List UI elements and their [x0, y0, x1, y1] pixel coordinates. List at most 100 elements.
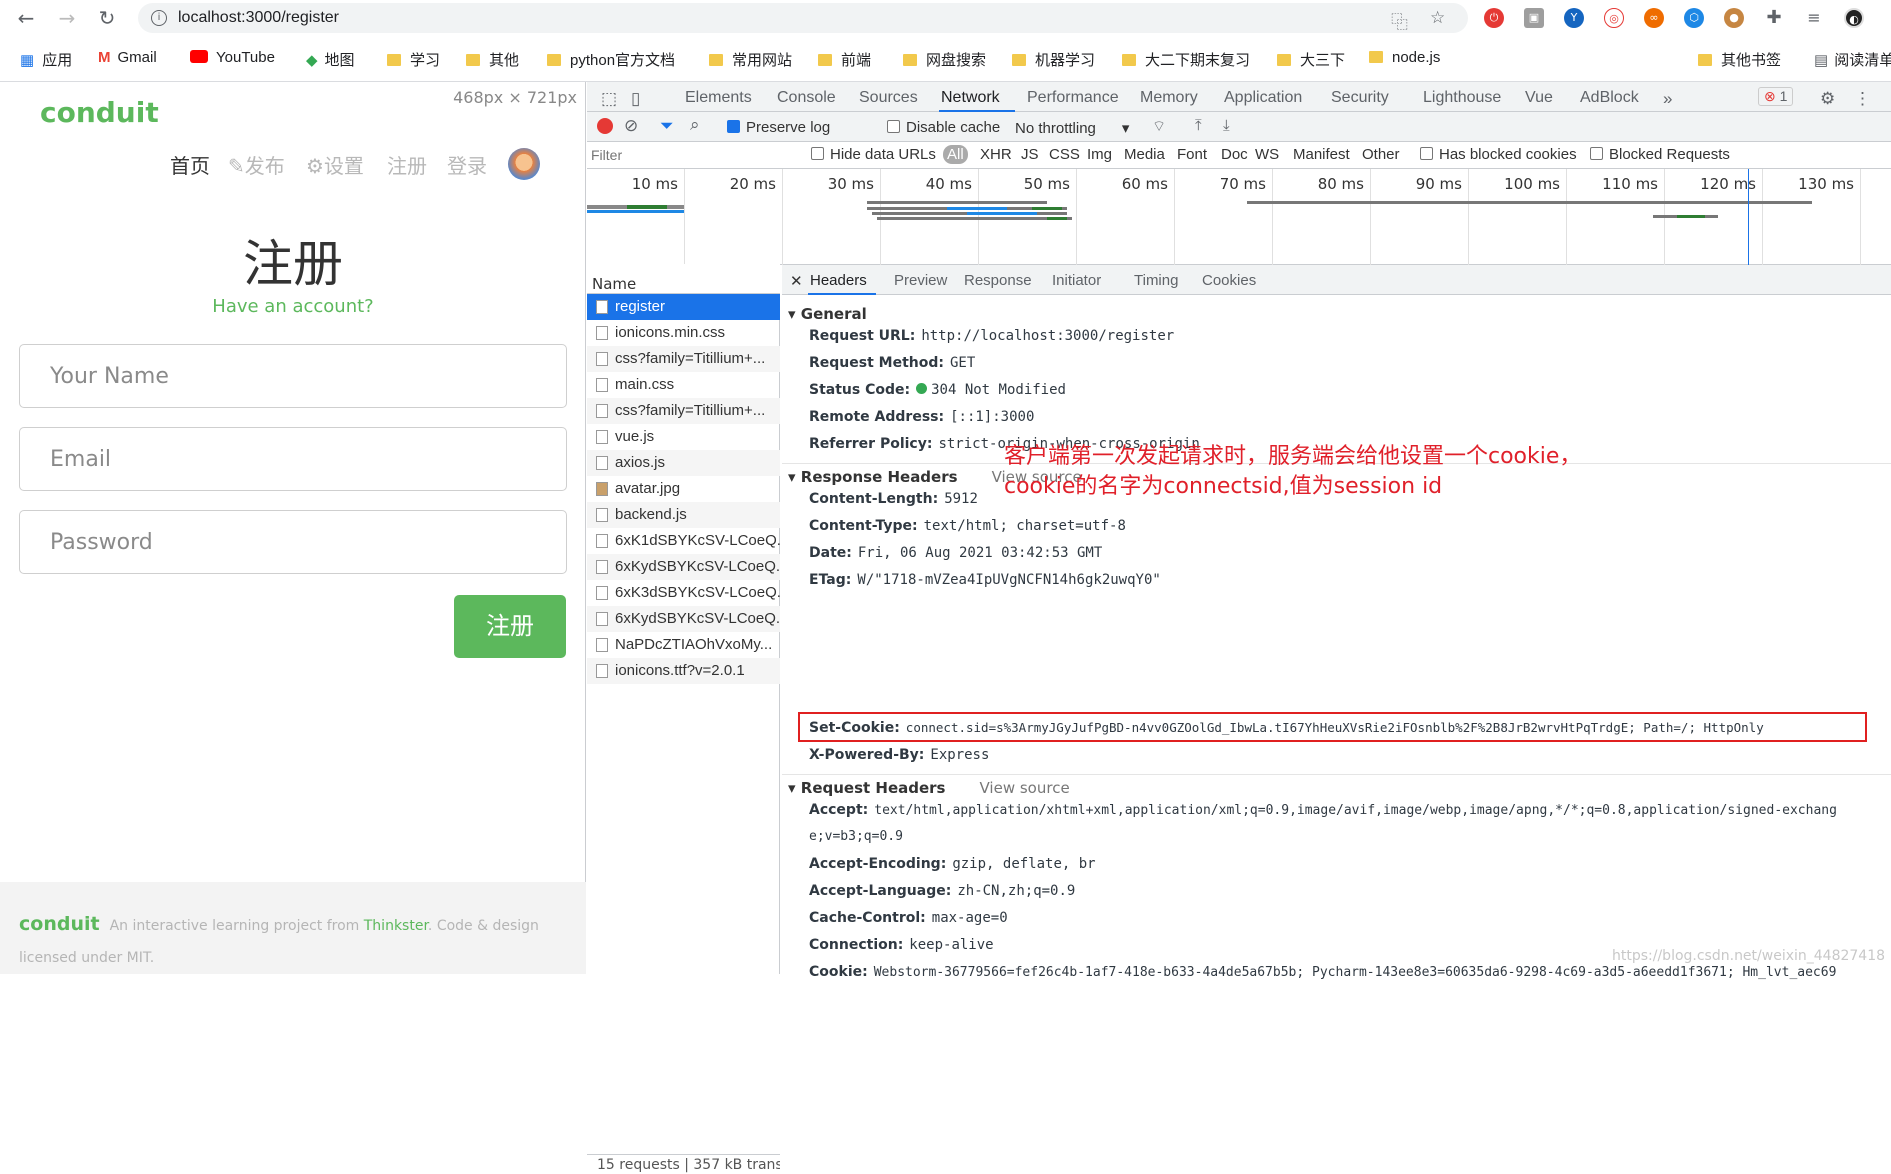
bookmark-folder[interactable]: node.js [1369, 49, 1440, 66]
bookmark-apps[interactable]: ▦ 应用 [20, 49, 72, 70]
info-icon[interactable]: i [151, 10, 167, 26]
nav-publish[interactable]: ✎发布 [228, 150, 285, 179]
request-row[interactable]: 6xKydSBYKcSV-LCoeQ... [587, 554, 780, 580]
preserve-log-checkbox[interactable]: Preserve log [727, 119, 830, 136]
tab-initiator[interactable]: Initiator [1052, 272, 1101, 289]
email-input[interactable] [19, 427, 567, 491]
name-input[interactable] [19, 344, 567, 408]
tab-response[interactable]: Response [964, 272, 1032, 289]
bookmark-folder[interactable]: 机器学习 [1012, 49, 1095, 70]
bookmark-folder[interactable]: python官方文档 [547, 49, 675, 70]
bookmark-folder[interactable]: 大三下 [1277, 49, 1345, 70]
filter-media[interactable]: Media [1124, 146, 1165, 163]
filter-ws[interactable]: WS [1255, 146, 1279, 163]
hide-data-urls-checkbox[interactable]: Hide data URLs [811, 146, 936, 163]
filter-other[interactable]: Other [1362, 146, 1400, 163]
download-icon[interactable]: ⤓ [1223, 117, 1230, 134]
filter-font[interactable]: Font [1177, 146, 1207, 163]
request-row[interactable]: NaPDcZTIAOhVxoMy... [587, 632, 780, 658]
general-section-header[interactable]: ▾ General [782, 301, 1891, 325]
tab-sources[interactable]: Sources [859, 89, 918, 107]
record-icon[interactable] [597, 118, 613, 134]
tab-cookies[interactable]: Cookies [1202, 272, 1256, 289]
bookmark-reading-list[interactable]: ▤ 阅读清单 [1814, 49, 1891, 70]
bookmark-maps[interactable]: ◆ 地图 [306, 49, 355, 70]
has-blocked-cookies-checkbox[interactable]: Has blocked cookies [1420, 146, 1577, 163]
inspect-icon[interactable]: ⬚ [601, 89, 617, 109]
filter-manifest[interactable]: Manifest [1293, 146, 1350, 163]
puzzle-icon[interactable]: ✚ [1764, 8, 1784, 28]
filter-xhr[interactable]: XHR [980, 146, 1012, 163]
tab-security[interactable]: Security [1331, 89, 1389, 107]
request-row[interactable]: main.css [587, 372, 780, 398]
bookmark-folder[interactable]: 网盘搜索 [903, 49, 986, 70]
device-toggle-icon[interactable]: ▯ [631, 89, 640, 109]
ext-icon[interactable]: ∞ [1644, 8, 1664, 28]
tab-adblock[interactable]: AdBlock [1580, 89, 1639, 107]
bookmark-folder[interactable]: 常用网站 [709, 49, 792, 70]
tab-lighthouse[interactable]: Lighthouse [1423, 89, 1501, 107]
nav-login[interactable]: 登录 [447, 150, 487, 179]
tab-vue[interactable]: Vue [1525, 89, 1553, 107]
forward-icon[interactable]: → [53, 4, 81, 32]
star-icon[interactable]: ☆ [1430, 8, 1445, 28]
request-row[interactable]: register [587, 294, 780, 320]
request-row[interactable]: avatar.jpg [587, 476, 780, 502]
request-row[interactable]: ionicons.ttf?v=2.0.1 [587, 658, 780, 684]
nav-settings[interactable]: ⚙设置 [306, 150, 364, 179]
ext-icon[interactable]: ▣ [1524, 8, 1544, 28]
network-conditions-icon[interactable]: ⌔ [1152, 117, 1166, 136]
request-row[interactable]: vue.js [587, 424, 780, 450]
brand-logo[interactable]: conduit [40, 96, 159, 129]
register-button[interactable]: 注册 [454, 595, 566, 658]
filter-doc[interactable]: Doc [1221, 146, 1248, 163]
disable-cache-checkbox[interactable]: Disable cache [887, 119, 1000, 136]
close-icon[interactable]: ✕ [790, 272, 803, 290]
tab-headers[interactable]: Headers [810, 272, 867, 289]
filter-js[interactable]: JS [1021, 146, 1039, 163]
tab-performance[interactable]: Performance [1027, 89, 1119, 107]
request-row[interactable]: backend.js [587, 502, 780, 528]
throttling-select[interactable]: No throttling ▾ [1015, 119, 1129, 137]
reload-icon[interactable]: ↻ [93, 4, 121, 32]
bookmark-other-folder[interactable]: 其他书签 [1698, 49, 1781, 70]
reading-list-icon[interactable]: ≡ [1804, 8, 1824, 28]
kebab-menu-icon[interactable]: ⋮ [1854, 89, 1871, 109]
tab-memory[interactable]: Memory [1140, 89, 1198, 107]
password-input[interactable] [19, 510, 567, 574]
cookie-ext-icon[interactable]: ● [1724, 8, 1744, 28]
tab-elements[interactable]: Elements [685, 89, 752, 107]
request-row[interactable]: 6xK3dSBYKcSV-LCoeQ... [587, 580, 780, 606]
error-badge[interactable]: ⊗ 1 [1758, 87, 1794, 106]
name-column-header[interactable]: Name [587, 264, 780, 294]
more-tabs-icon[interactable]: » [1663, 89, 1672, 109]
filter-input[interactable] [591, 145, 761, 165]
bookmark-gmail[interactable]: M Gmail [98, 49, 157, 66]
request-row[interactable]: css?family=Titillium+... [587, 346, 780, 372]
address-bar[interactable]: i localhost:3000/register ⿻ ☆ [138, 3, 1468, 33]
ext-icon[interactable]: ⬡ [1684, 8, 1704, 28]
settings-gear-icon[interactable]: ⚙ [1820, 89, 1835, 109]
url-text[interactable]: localhost:3000/register [178, 9, 339, 27]
footer-logo[interactable]: conduit [19, 913, 100, 935]
tab-timing[interactable]: Timing [1134, 272, 1178, 289]
thinkster-link[interactable]: Thinkster [364, 918, 428, 934]
filter-css[interactable]: CSS [1049, 146, 1080, 163]
tab-preview[interactable]: Preview [894, 272, 947, 289]
bookmark-youtube[interactable]: YouTube [190, 49, 275, 66]
adblock-ext-icon[interactable]: ⏻ [1484, 8, 1504, 28]
tab-console[interactable]: Console [777, 89, 836, 107]
blocked-requests-checkbox[interactable]: Blocked Requests [1590, 146, 1730, 163]
ext-icon[interactable]: ◎ [1604, 8, 1624, 28]
bookmark-folder[interactable]: 前端 [818, 49, 871, 70]
filter-icon[interactable]: ⏷ [660, 116, 674, 136]
upload-icon[interactable]: ⤒ [1195, 117, 1202, 134]
search-icon[interactable]: ⌕ [690, 115, 700, 135]
bookmark-folder[interactable]: 其他 [466, 49, 519, 70]
view-source-link[interactable]: View source [980, 779, 1070, 797]
tab-application[interactable]: Application [1224, 89, 1302, 107]
translate-icon[interactable]: ⿻ [1391, 8, 1408, 33]
clear-icon[interactable]: ⊘ [624, 116, 638, 136]
avatar[interactable] [508, 148, 540, 180]
tab-network[interactable]: Network [941, 89, 1000, 107]
